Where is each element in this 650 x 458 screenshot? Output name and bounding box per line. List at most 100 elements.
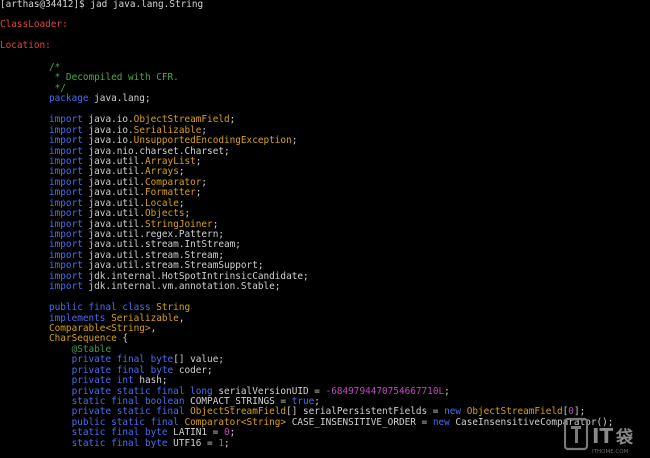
code-token: UnsupportedEncodingException [133,135,292,147]
location-label: Location: [0,40,51,51]
code-token: import [49,176,89,188]
ithome-watermark-icon: IT 袋 ITHOME.COM [564,417,634,455]
code-token: /* [49,62,61,73]
code-token: java.lang; [94,93,151,105]
code-token: jdk.internal.HotSpotIntrinsicCandidate; [88,270,309,282]
code-token: [] value; [173,354,224,366]
code-token: Comparator [144,176,202,188]
code-token: import [49,155,89,167]
code-line: CharSequence { [49,334,613,344]
code-token: import [49,260,89,272]
code-token: ; [195,187,202,199]
code-token: ObjectStreamField [190,406,287,418]
code-token: java.util. [88,176,145,188]
code-line: * Decompiled with CFR. [49,73,613,83]
code-token: java.nio.charset.Charset; [88,145,230,157]
code-token: String [156,302,191,314]
code-token: StringJoiner [144,218,213,230]
code-token: CASE_INSENSITIVE_ORDER = [286,416,433,428]
code-token: Serializable [133,124,202,136]
code-token: static final byte [49,427,168,439]
code-token: import [49,239,89,251]
code-token: private static final long [49,385,213,397]
code-token: java.util.regex.Pattern; [88,229,224,240]
code-token: import [49,187,89,199]
code-token: java.io. [88,114,134,126]
code-token: java.util. [88,197,145,209]
code-token: Arrays [144,166,179,178]
code-token: private final byte [49,364,174,376]
watermark-text: IT [592,424,613,448]
code-token: import [49,124,89,136]
code-token: private static final [49,406,191,418]
code-token: ; [229,427,236,439]
code-token: Locale [144,197,179,209]
code-token: public final class [49,302,157,314]
code-token: private int [49,375,134,387]
code-token: Objects [144,208,185,220]
code-token: java.util.stream.IntStream; [88,239,241,251]
command-prompt: [arthas@34412]$ jad java.lang.String [0,0,204,10]
code-token: , [150,322,157,334]
classloader-label: ClassLoader: [0,19,68,30]
code-token: jdk.internal.vm.annotation.Stable; [88,281,281,293]
code-token: LATIN1 = [167,427,224,439]
code-token: import [49,135,89,147]
code-token: COMPACT_STRINGS = [184,396,292,407]
code-token: static final boolean [49,396,185,407]
code-token: ; [314,396,320,407]
code-token: ; [201,124,208,136]
code-token: ; [291,135,298,147]
code-token: Formatter [144,187,196,199]
code-token: private final byte [49,354,174,366]
code-token: [] serialPersistentFields = [286,406,445,418]
code-token: import [49,281,89,293]
code-line: package java.lang; [49,94,613,104]
code-token: public static final [49,416,185,428]
code-token: coder; [173,364,213,376]
code-token: Serializable [111,312,179,324]
code-token: java.util. [88,208,145,220]
code-token: ; [224,437,230,449]
code-token: */ [49,82,66,94]
code-token: CharSequence [49,333,117,345]
code-token: import [49,197,89,209]
code-token: import [49,249,89,261]
code-token: java.util. [88,218,145,230]
code-token: import [49,270,89,282]
code-token: implements [49,312,112,324]
code-line: Comparable<String>, [49,322,613,334]
code-token: import [49,145,89,157]
code-token: new [444,406,467,418]
terminal-window[interactable]: [arthas@34412]$ jad java.lang.String Cla… [0,0,650,458]
watermark-subtext: ITHOME.COM [592,449,629,455]
code-line: static final byte UTF16 = 1; [49,437,613,449]
code-token: import [49,166,89,178]
code-token: ; [229,114,236,126]
code-token: import [49,218,89,230]
code-token: @Stable [49,343,112,355]
code-token: import [49,208,89,220]
code-token: package [49,93,95,105]
code-token: Comparator<String> [184,416,287,428]
code-token: { [116,333,129,345]
code-line: import jdk.internal.vm.annotation.Stable… [49,281,613,293]
code-token: serialVersionUID = [212,385,326,397]
code-token: ; [178,166,185,178]
decompiled-source: /* * Decompiled with CFR. */package java… [49,62,613,449]
code-token: java.util. [88,166,145,178]
code-token: import [49,229,89,240]
svg-text:袋: 袋 [615,427,634,448]
code-token: ObjectStreamField [466,406,563,418]
code-token: ; [184,208,191,220]
code-token: java.util.stream.StreamSupport; [88,260,264,272]
code-token: static final byte [49,437,168,449]
code-token: ; [212,218,219,230]
code-token: Comparable<String> [49,322,151,334]
code-token: java.util. [88,187,145,199]
code-token: true [291,396,315,407]
code-token: ; [178,197,185,209]
code-token: ; [195,155,202,167]
code-token: java.io. [88,124,134,136]
code-token: java.io. [88,135,134,147]
